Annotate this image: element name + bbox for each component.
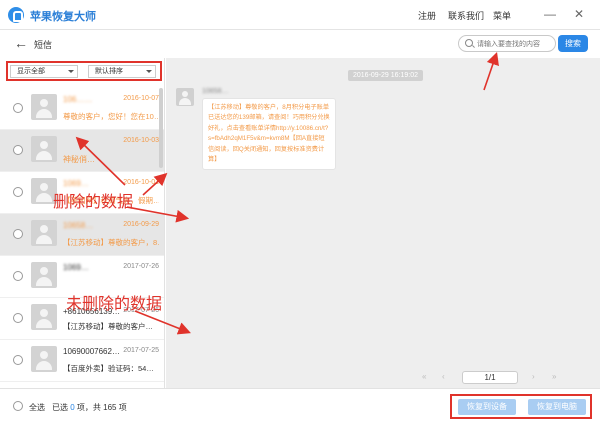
arrow-to-search	[483, 51, 499, 91]
arrow-to-deleted-right	[142, 172, 168, 196]
arrow-to-deleted-upper	[75, 136, 126, 186]
annotation-arrows	[75, 51, 499, 335]
arrow-to-not-deleted	[134, 310, 191, 335]
arrow-to-deleted-lower	[126, 206, 190, 223]
